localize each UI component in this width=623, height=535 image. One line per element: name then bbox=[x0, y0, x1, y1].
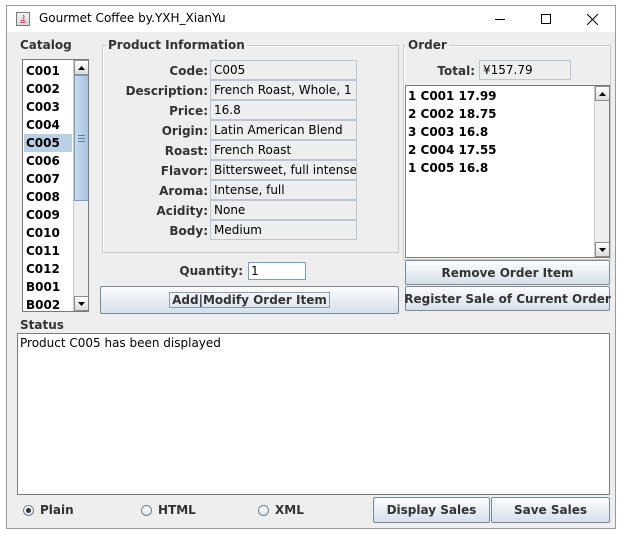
close-icon bbox=[586, 13, 598, 25]
product-field-label: Code: bbox=[169, 64, 208, 78]
format-radio-xml[interactable]: XML bbox=[258, 503, 304, 517]
radio-label: Plain bbox=[40, 503, 74, 517]
catalog-list[interactable]: C001 C002 C003 C004 C005 C006 C007 C008 C009 C010… bbox=[22, 59, 89, 312]
quantity-label: Quantity: bbox=[179, 264, 243, 278]
quantity-input[interactable]: 1 bbox=[248, 262, 306, 280]
catalog-item[interactable]: C010 bbox=[24, 224, 72, 242]
total-value: ¥157.79 bbox=[479, 60, 571, 80]
status-textarea[interactable]: Product C005 has been displayed bbox=[17, 333, 610, 495]
total-label: Total: bbox=[437, 64, 475, 78]
arrow-down-icon bbox=[78, 301, 85, 306]
catalog-item[interactable]: B001 bbox=[24, 278, 72, 296]
minimize-icon bbox=[495, 19, 505, 20]
product-field-value: None bbox=[210, 200, 357, 220]
product-field-label: Origin: bbox=[161, 124, 208, 138]
product-field-value: French Roast bbox=[210, 140, 357, 160]
product-field-value: 16.8 bbox=[210, 100, 357, 120]
radio-label: HTML bbox=[158, 503, 196, 517]
arrow-up-icon bbox=[78, 65, 85, 70]
add-modify-order-item-button[interactable]: Add|Modify Order Item bbox=[100, 286, 399, 314]
catalog-item[interactable]: C004 bbox=[24, 116, 72, 134]
order-scroll-down-button[interactable] bbox=[595, 242, 609, 257]
catalog-item[interactable]: C012 bbox=[24, 260, 72, 278]
product-field-value: Latin American Blend bbox=[210, 120, 357, 140]
order-line-item[interactable]: 2 C002 18.75 bbox=[408, 105, 497, 123]
radio-indicator bbox=[258, 504, 269, 516]
maximize-icon bbox=[541, 14, 551, 24]
order-scrollbar[interactable] bbox=[594, 86, 609, 257]
product-field-label: Body: bbox=[169, 224, 208, 238]
product-field-label: Price: bbox=[169, 104, 208, 118]
order-line-item[interactable]: 2 C004 17.55 bbox=[408, 141, 497, 159]
catalog-item[interactable]: C007 bbox=[24, 170, 72, 188]
order-line-item[interactable]: 1 C005 16.8 bbox=[408, 159, 488, 177]
catalog-item[interactable]: C006 bbox=[24, 152, 72, 170]
catalog-item[interactable]: C008 bbox=[24, 188, 72, 206]
register-sale-button[interactable]: Register Sale of Current Order bbox=[404, 286, 611, 311]
order-line-item[interactable]: 3 C003 16.8 bbox=[408, 123, 488, 141]
catalog-scrollbar[interactable] bbox=[73, 60, 88, 311]
scroll-up-button[interactable] bbox=[74, 60, 88, 75]
java-app-icon bbox=[16, 12, 30, 26]
close-button[interactable] bbox=[569, 6, 615, 32]
product-info-label: Product Information bbox=[106, 38, 247, 52]
title-bar: Gourmet Coffee by.YXH_XianYu bbox=[7, 6, 615, 32]
grip-icon bbox=[78, 135, 85, 142]
radio-indicator bbox=[141, 504, 152, 516]
display-sales-button[interactable]: Display Sales bbox=[373, 497, 490, 523]
format-radio-html[interactable]: HTML bbox=[141, 503, 196, 517]
product-field-value: C005 bbox=[210, 60, 357, 80]
catalog-item[interactable]: C001 bbox=[24, 62, 72, 80]
product-field-label: Flavor: bbox=[160, 164, 208, 178]
order-scroll-up-button[interactable] bbox=[595, 86, 609, 101]
scroll-down-button[interactable] bbox=[74, 296, 88, 311]
radio-indicator bbox=[23, 504, 34, 516]
remove-order-item-button[interactable]: Remove Order Item bbox=[405, 260, 610, 285]
product-field-value: French Roast, Whole, 1 lb bbox=[210, 80, 357, 100]
catalog-item[interactable]: C009 bbox=[24, 206, 72, 224]
catalog-item[interactable]: C002 bbox=[24, 80, 72, 98]
scroll-thumb[interactable] bbox=[74, 75, 88, 201]
app-window: Gourmet Coffee by.YXH_XianYu Catalog C00… bbox=[6, 5, 616, 529]
maximize-button[interactable] bbox=[523, 6, 569, 32]
product-field-label: Description: bbox=[125, 84, 208, 98]
product-field-label: Acidity: bbox=[156, 204, 208, 218]
order-list[interactable]: 1 C001 17.99 2 C002 18.75 3 C003 16.8 2 C00… bbox=[405, 85, 610, 258]
window-title: Gourmet Coffee by.YXH_XianYu bbox=[39, 11, 226, 25]
order-label: Order bbox=[406, 38, 449, 52]
catalog-item[interactable]: C005 bbox=[24, 134, 72, 152]
product-field-value: Intense, full bbox=[210, 180, 357, 200]
product-field-value: Medium bbox=[210, 220, 357, 240]
save-sales-button[interactable]: Save Sales bbox=[491, 497, 610, 523]
arrow-down-icon bbox=[599, 247, 606, 252]
catalog-item[interactable]: C003 bbox=[24, 98, 72, 116]
order-line-item[interactable]: 1 C001 17.99 bbox=[408, 87, 497, 105]
status-text: Product C005 has been displayed bbox=[20, 336, 221, 350]
catalog-item[interactable]: B002 bbox=[24, 296, 72, 311]
arrow-up-icon bbox=[599, 91, 606, 96]
catalog-label: Catalog bbox=[18, 38, 74, 52]
radio-label: XML bbox=[275, 503, 304, 517]
format-radio-plain[interactable]: Plain bbox=[23, 503, 74, 517]
minimize-button[interactable] bbox=[477, 6, 523, 32]
status-label: Status bbox=[18, 318, 66, 332]
catalog-item[interactable]: C011 bbox=[24, 242, 72, 260]
product-field-label: Aroma: bbox=[159, 184, 208, 198]
product-field-label: Roast: bbox=[164, 144, 208, 158]
product-field-value: Bittersweet, full intense bbox=[210, 160, 357, 180]
